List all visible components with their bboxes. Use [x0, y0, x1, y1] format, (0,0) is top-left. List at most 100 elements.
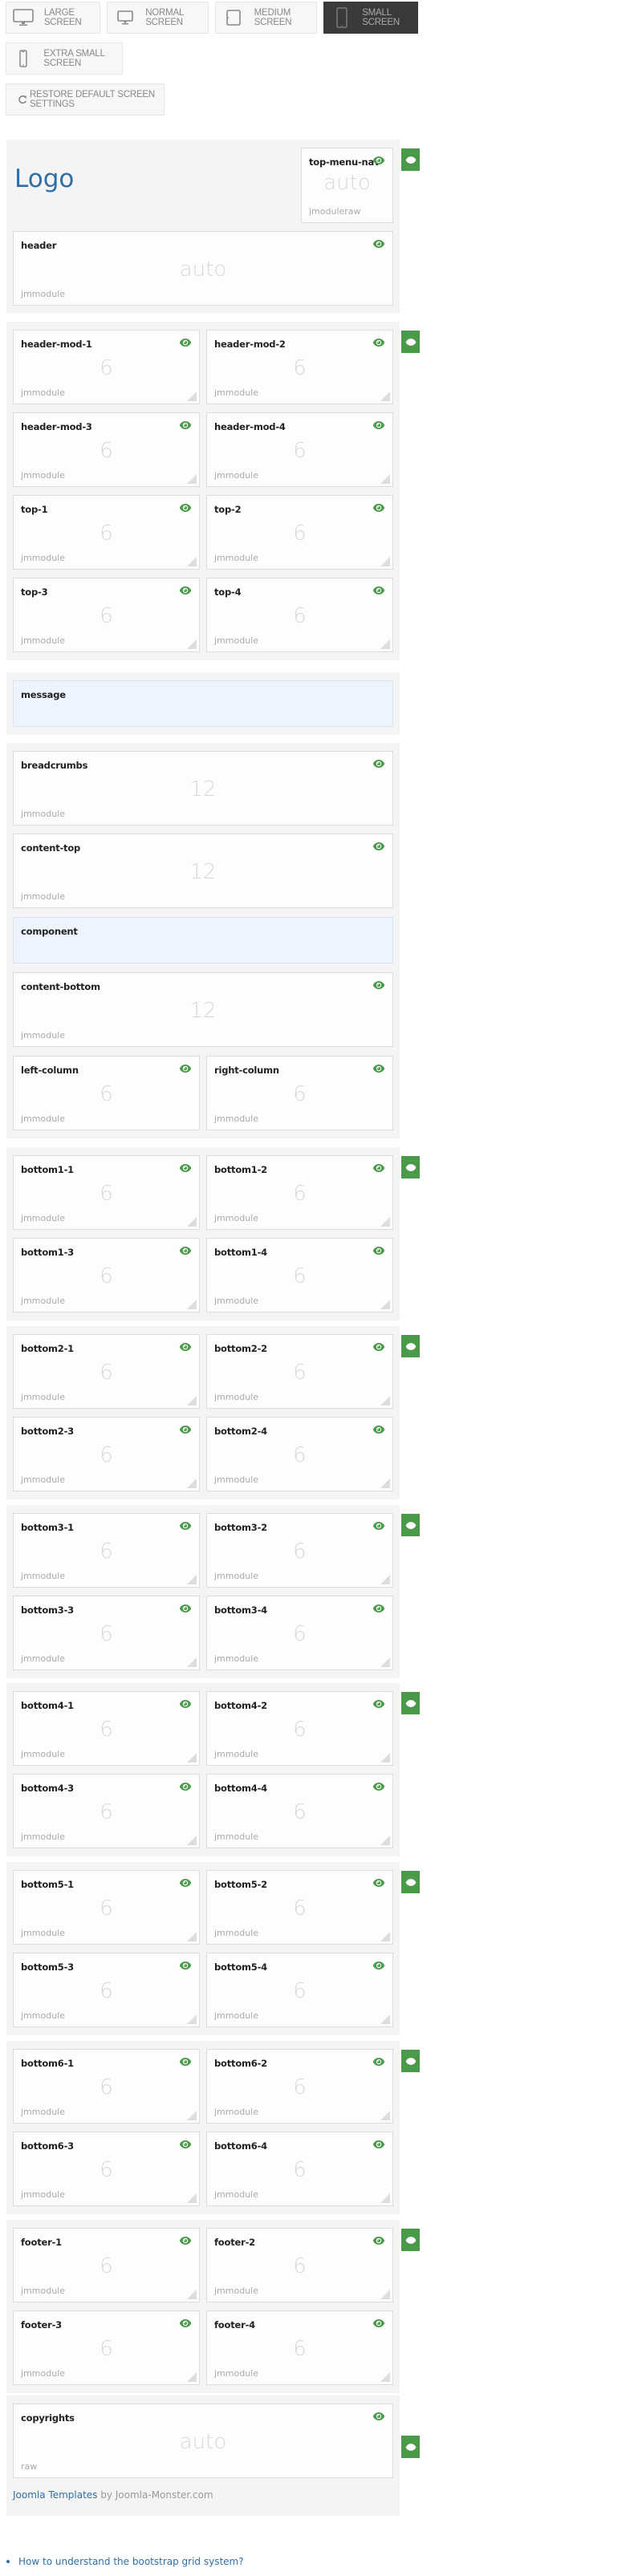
resize-handle[interactable]: [187, 1932, 197, 1941]
eye-icon[interactable]: [179, 1246, 192, 1256]
eye-icon[interactable]: [372, 1961, 385, 1970]
section-visibility-toggle[interactable]: [401, 331, 420, 353]
eye-icon[interactable]: [372, 980, 385, 990]
resize-handle[interactable]: [380, 1657, 390, 1667]
resize-handle[interactable]: [380, 1300, 390, 1309]
tab-small-screen[interactable]: SMALL SCREEN: [323, 2, 418, 34]
eye-icon[interactable]: [372, 1878, 385, 1888]
resize-handle[interactable]: [380, 1396, 390, 1406]
eye-icon[interactable]: [372, 586, 385, 595]
eye-icon[interactable]: [179, 1782, 192, 1791]
resize-handle[interactable]: [187, 1753, 197, 1763]
section-visibility-toggle[interactable]: [401, 2229, 420, 2251]
eye-icon[interactable]: [372, 1521, 385, 1531]
module-box[interactable]: bottom4-1 6 jmmodule: [13, 1691, 200, 1766]
module-box[interactable]: footer-1 6 jmmodule: [13, 2228, 200, 2302]
module-box[interactable]: footer-4 6 jmmodule: [206, 2310, 393, 2385]
tab-extra-small-screen[interactable]: EXTRA SMALL SCREEN: [6, 43, 123, 75]
module-content-top[interactable]: content-top 12 jmmodule: [13, 834, 393, 908]
resize-handle[interactable]: [187, 391, 197, 401]
eye-icon[interactable]: [179, 420, 192, 430]
module-box[interactable]: bottom1-4 6 jmmodule: [206, 1238, 393, 1312]
resize-handle[interactable]: [187, 1396, 197, 1406]
module-box[interactable]: top-1 6 jmmodule: [13, 495, 200, 570]
resize-handle[interactable]: [187, 1479, 197, 1488]
resize-handle[interactable]: [187, 557, 197, 566]
joomla-templates-link[interactable]: Joomla Templates: [13, 2489, 97, 2501]
module-box[interactable]: bottom3-4 6 jmmodule: [206, 1596, 393, 1670]
tab-large-screen[interactable]: LARGE SCREEN: [6, 2, 100, 34]
module-box[interactable]: bottom6-2 6 jmmodule: [206, 2049, 393, 2124]
module-box[interactable]: bottom6-4 6 jmmodule: [206, 2132, 393, 2206]
module-box[interactable]: bottom5-2 6 jmmodule: [206, 1870, 393, 1945]
resize-handle[interactable]: [187, 2014, 197, 2024]
eye-icon[interactable]: [372, 1163, 385, 1173]
module-box[interactable]: bottom1-2 6 jmmodule: [206, 1155, 393, 1230]
eye-icon[interactable]: [372, 338, 385, 347]
eye-icon[interactable]: [372, 1699, 385, 1709]
module-box[interactable]: bottom6-1 6 jmmodule: [13, 2049, 200, 2124]
section-visibility-toggle[interactable]: [401, 1156, 420, 1178]
eye-icon[interactable]: [179, 1163, 192, 1173]
eye-icon[interactable]: [179, 1961, 192, 1970]
eye-icon[interactable]: [179, 1521, 192, 1531]
module-copyrights[interactable]: copyrights auto raw: [13, 2404, 393, 2478]
module-header[interactable]: header auto jmmodule: [13, 231, 393, 306]
eye-icon[interactable]: [179, 338, 192, 347]
module-box[interactable]: bottom5-1 6 jmmodule: [13, 1870, 200, 1945]
tab-medium-screen[interactable]: MEDIUM SCREEN: [215, 2, 317, 34]
module-box[interactable]: top-3 6 jmmodule: [13, 578, 200, 652]
module-box[interactable]: top-2 6 jmmodule: [206, 495, 393, 570]
module-box[interactable]: bottom2-3 6 jmmodule: [13, 1417, 200, 1491]
module-right-column[interactable]: right-column 6 jmmodule: [206, 1056, 393, 1130]
resize-handle[interactable]: [380, 2372, 390, 2382]
eye-icon[interactable]: [372, 1604, 385, 1613]
module-box[interactable]: header-mod-4 6 jmmodule: [206, 412, 393, 487]
resize-handle[interactable]: [187, 1575, 197, 1584]
module-box[interactable]: header-mod-3 6 jmmodule: [13, 412, 200, 487]
eye-icon[interactable]: [372, 1425, 385, 1434]
module-box[interactable]: bottom3-1 6 jmmodule: [13, 1513, 200, 1588]
module-box[interactable]: bottom4-2 6 jmmodule: [206, 1691, 393, 1766]
resize-handle[interactable]: [380, 557, 390, 566]
module-box[interactable]: bottom2-2 6 jmmodule: [206, 1334, 393, 1409]
resize-handle[interactable]: [187, 1836, 197, 1845]
bootstrap-grid-help-link[interactable]: How to understand the bootstrap grid sys…: [18, 2556, 244, 2567]
module-box[interactable]: bottom3-3 6 jmmodule: [13, 1596, 200, 1670]
eye-icon[interactable]: [372, 239, 385, 249]
module-box[interactable]: bottom4-4 6 jmmodule: [206, 1774, 393, 1848]
module-box[interactable]: footer-3 6 jmmodule: [13, 2310, 200, 2385]
section-visibility-toggle[interactable]: [401, 1692, 420, 1714]
eye-icon[interactable]: [179, 2057, 192, 2067]
eye-icon[interactable]: [179, 2140, 192, 2149]
eye-icon[interactable]: [372, 759, 385, 769]
eye-icon[interactable]: [179, 1064, 192, 1073]
module-left-column[interactable]: left-column 6 jmmodule: [13, 1056, 200, 1130]
eye-icon[interactable]: [179, 1699, 192, 1709]
resize-handle[interactable]: [380, 2290, 390, 2299]
eye-icon[interactable]: [372, 1246, 385, 1256]
module-box[interactable]: bottom3-2 6 jmmodule: [206, 1513, 393, 1588]
eye-icon[interactable]: [372, 1064, 385, 1073]
module-box[interactable]: footer-2 6 jmmodule: [206, 2228, 393, 2302]
eye-icon[interactable]: [372, 156, 385, 165]
module-top-menu-nav[interactable]: top-menu-nav auto jmoduleraw: [301, 148, 393, 223]
eye-icon[interactable]: [372, 503, 385, 513]
module-content-bottom[interactable]: content-bottom 12 jmmodule: [13, 972, 393, 1047]
tab-normal-screen[interactable]: NORMAL SCREEN: [107, 2, 209, 34]
module-breadcrumbs[interactable]: breadcrumbs 12 jmmodule: [13, 751, 393, 826]
resize-handle[interactable]: [380, 1217, 390, 1227]
resize-handle[interactable]: [187, 2193, 197, 2203]
eye-icon[interactable]: [179, 503, 192, 513]
eye-icon[interactable]: [179, 1425, 192, 1434]
module-box[interactable]: bottom1-1 6 jmmodule: [13, 1155, 200, 1230]
resize-handle[interactable]: [380, 391, 390, 401]
restore-default-button[interactable]: RESTORE DEFAULT SCREEN SETTINGS: [6, 83, 165, 116]
module-box[interactable]: bottom5-4 6 jmmodule: [206, 1953, 393, 2027]
resize-handle[interactable]: [187, 1217, 197, 1227]
eye-icon[interactable]: [372, 1782, 385, 1791]
eye-icon[interactable]: [179, 1342, 192, 1352]
resize-handle[interactable]: [380, 1836, 390, 1845]
eye-icon[interactable]: [372, 2236, 385, 2245]
resize-handle[interactable]: [380, 474, 390, 484]
